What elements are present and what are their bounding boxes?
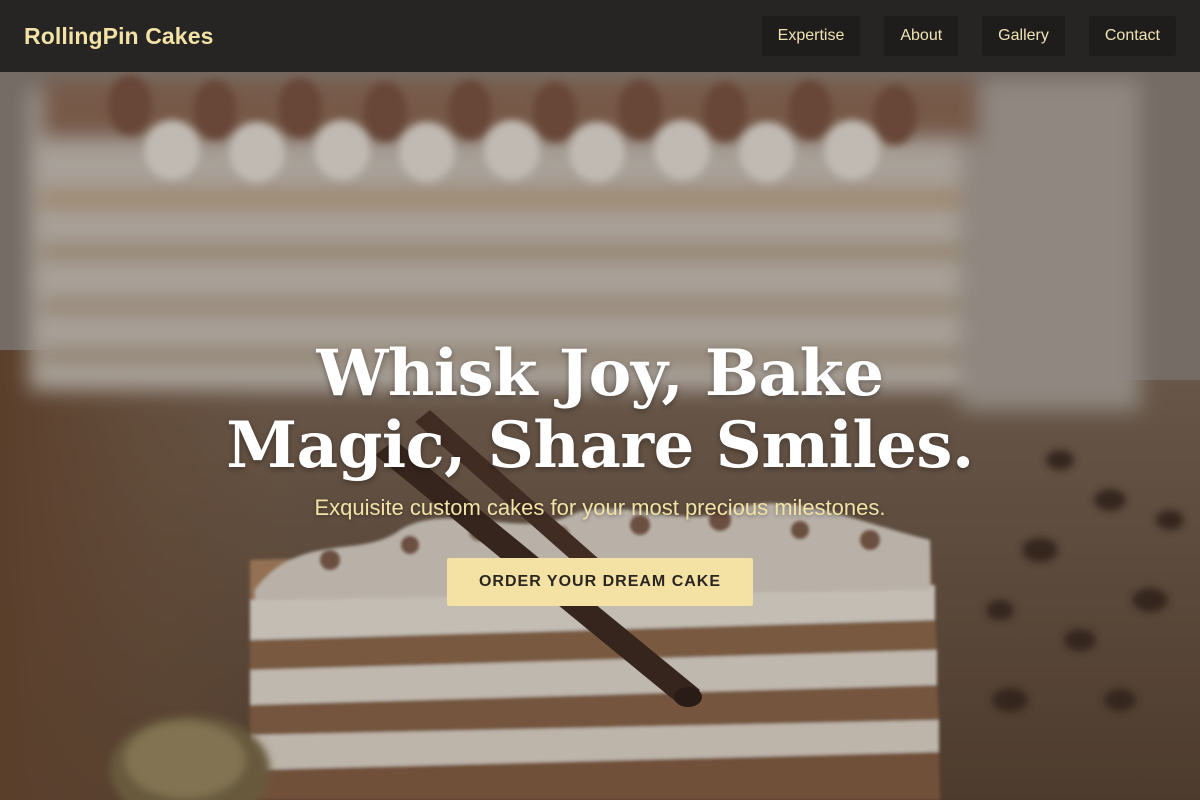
hero-subtitle: Exquisite custom cakes for your most pre… bbox=[314, 495, 886, 520]
hero-section: Whisk Joy, Bake Magic, Share Smiles. Exq… bbox=[0, 338, 1200, 606]
top-navbar: RollingPin Cakes Expertise About Gallery… bbox=[0, 0, 1200, 72]
nav-link-about[interactable]: About bbox=[884, 16, 959, 56]
order-cake-button[interactable]: ORDER YOUR DREAM CAKE bbox=[446, 558, 754, 606]
main-nav: Expertise About Gallery Contact bbox=[761, 16, 1176, 56]
nav-link-expertise[interactable]: Expertise bbox=[761, 16, 861, 56]
nav-link-contact[interactable]: Contact bbox=[1088, 16, 1176, 56]
page: RollingPin Cakes Expertise About Gallery… bbox=[0, 0, 1200, 800]
hero-title: Whisk Joy, Bake Magic, Share Smiles. bbox=[226, 336, 974, 483]
nav-link-gallery[interactable]: Gallery bbox=[982, 16, 1065, 56]
brand-logo[interactable]: RollingPin Cakes bbox=[24, 23, 213, 50]
